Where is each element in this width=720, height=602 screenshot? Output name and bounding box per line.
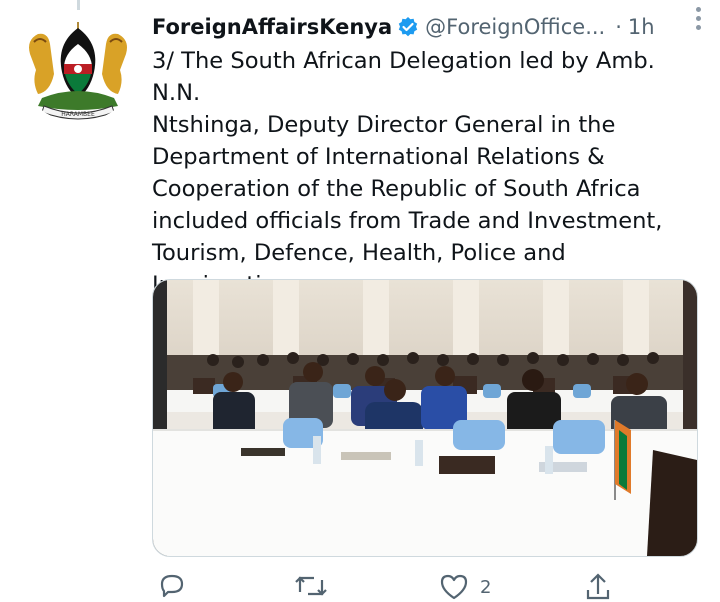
like-count: 2: [480, 576, 492, 598]
avatar[interactable]: HARAMBEE: [20, 14, 136, 122]
verified-badge-icon: [397, 16, 419, 38]
timestamp[interactable]: 1h: [628, 12, 655, 42]
conference-photo-icon: [153, 280, 697, 556]
more-options-icon[interactable]: [688, 4, 708, 32]
kenya-coat-of-arms-icon: HARAMBEE: [29, 22, 127, 120]
share-icon: [586, 573, 610, 600]
tweet-media-photo[interactable]: [152, 279, 698, 557]
like-button[interactable]: 2: [438, 572, 491, 602]
header-separator: ·: [615, 15, 622, 39]
share-button[interactable]: [582, 572, 614, 602]
reply-button[interactable]: [156, 572, 188, 602]
svg-text:HARAMBEE: HARAMBEE: [61, 111, 95, 118]
display-name[interactable]: ForeignAffairsKenya: [152, 12, 392, 42]
tweet-header: ForeignAffairsKenya @ForeignOffice... · …: [152, 12, 708, 42]
retweet-button[interactable]: [294, 572, 328, 602]
thread-connector-line: [77, 0, 80, 10]
tweet-actions-bar: 2: [152, 572, 708, 602]
like-icon: [440, 574, 468, 600]
retweet-icon: [295, 576, 327, 596]
user-handle[interactable]: @ForeignOffice...: [425, 12, 605, 42]
reply-icon: [160, 574, 184, 598]
